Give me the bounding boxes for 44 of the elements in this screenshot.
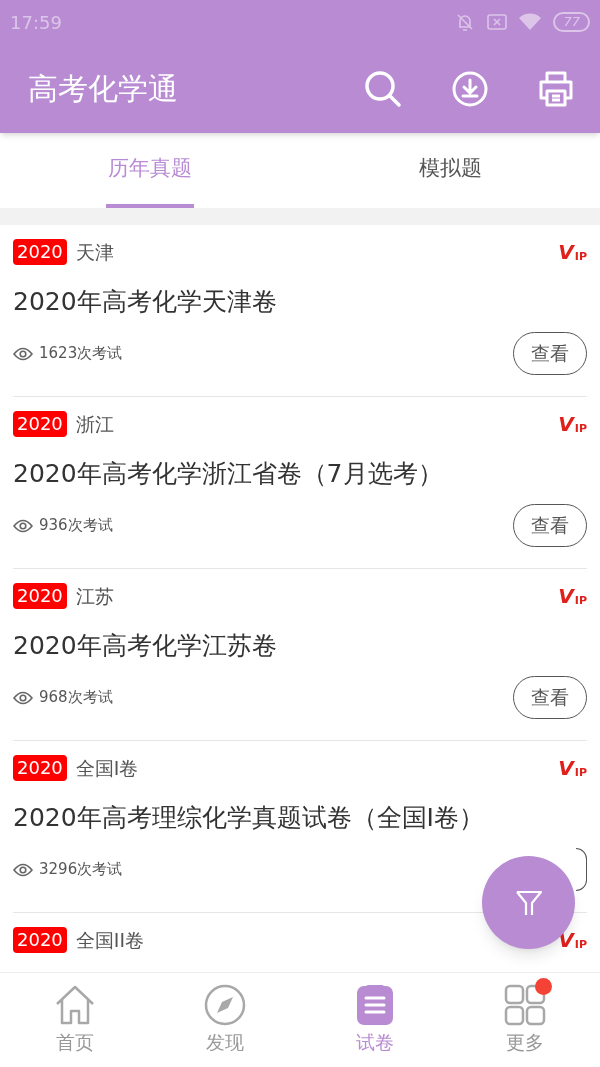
region-label: 江苏	[75, 584, 115, 609]
nav-item[interactable]: 首页	[0, 973, 150, 1067]
paper-title: 2020年高考化学浙江省卷（7月选考）	[13, 457, 444, 490]
region-label: 天津	[75, 240, 115, 265]
eye-icon	[13, 690, 33, 705]
year-tag: 2020	[13, 411, 67, 438]
battery-indicator: 77	[553, 12, 590, 32]
year-tag: 2020	[13, 239, 67, 266]
download-icon[interactable]	[452, 70, 488, 107]
exam-count: 936次考试	[39, 515, 114, 537]
tab[interactable]: 历年真题	[106, 133, 194, 208]
nav-item[interactable]: 更多	[450, 973, 600, 1067]
wifi-icon	[519, 13, 542, 31]
exam-count: 3296次考试	[39, 859, 124, 881]
nav-item[interactable]: 发现	[150, 973, 300, 1067]
year-tag: 2020	[13, 583, 67, 610]
paper-title: 2020年高考化学天津卷	[13, 285, 278, 318]
year-tag: 2020	[13, 755, 67, 782]
grid-icon	[504, 983, 546, 1026]
printer-icon[interactable]	[538, 70, 574, 107]
eye-icon	[13, 518, 33, 533]
eye-icon	[13, 346, 33, 361]
paper-title: 2020年高考化学江苏卷	[13, 629, 278, 662]
region-label: 全国II卷	[75, 928, 146, 953]
vip-label: VIP	[558, 586, 587, 607]
status-time: 17:59	[10, 10, 62, 35]
year-tag: 2020	[13, 927, 67, 954]
nav-item[interactable]: 试卷	[300, 973, 450, 1067]
vip-label: VIP	[558, 242, 587, 263]
paper-title: 2020年高考理综化学真题试卷（全国I卷）	[13, 801, 485, 834]
vip-label: VIP	[558, 758, 587, 779]
compass-icon	[204, 983, 246, 1026]
region-label: 浙江	[75, 412, 115, 437]
home-icon	[54, 983, 96, 1026]
search-icon[interactable]	[364, 69, 402, 108]
region-label: 全国I卷	[75, 756, 140, 781]
exam-count: 968次考试	[39, 687, 114, 709]
clipboard-icon	[356, 983, 394, 1026]
exam-count: 1623次考试	[39, 343, 124, 365]
eye-icon	[13, 862, 33, 877]
sim-icon	[487, 14, 508, 30]
vip-label: VIP	[558, 414, 587, 435]
tab[interactable]: 模拟题	[416, 133, 484, 208]
app-title: 高考化学通	[28, 70, 179, 108]
